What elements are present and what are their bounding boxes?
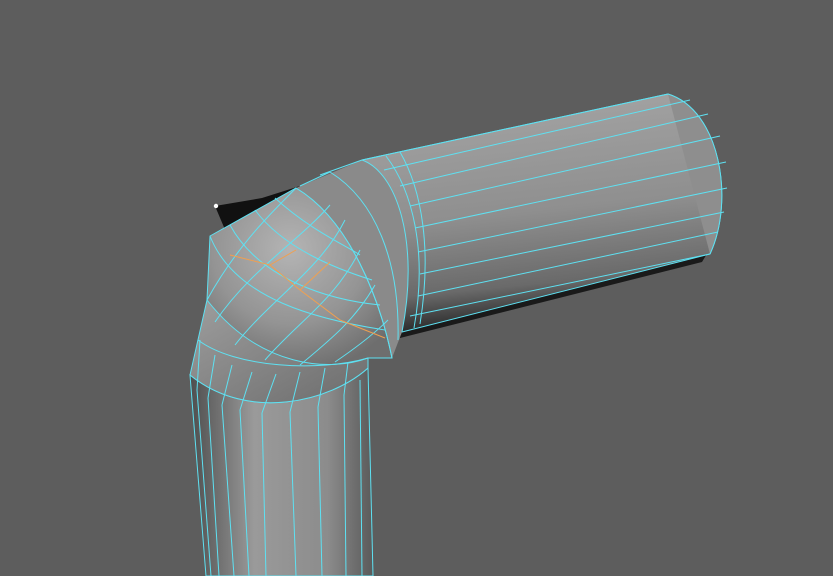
horizontal-pipe[interactable]: [361, 93, 723, 333]
3d-viewport[interactable]: [0, 0, 833, 576]
vertex-marker[interactable]: [213, 203, 219, 209]
viewport-canvas[interactable]: [0, 0, 833, 576]
